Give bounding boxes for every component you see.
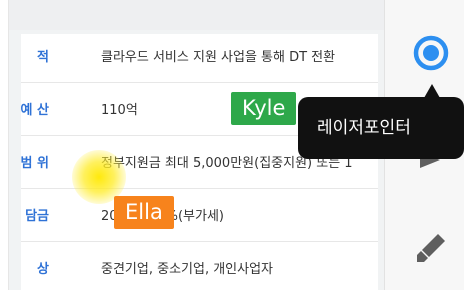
row-label: 범 위 <box>21 156 49 171</box>
collaborator-cursor-kyle: Kyle <box>231 92 297 125</box>
table-row: 상 중견기업, 중소기업, 개인사업자 <box>21 246 378 290</box>
table-row: 적 클라우드 서비스 지원 사업을 통해 DT 전환 <box>21 34 378 83</box>
collaborator-cursor-ella: Ella <box>114 196 174 229</box>
row-value: 클라우드 서비스 지원 사업을 통해 DT 전환 <box>101 50 336 65</box>
highlighter-icon <box>417 234 445 262</box>
tooltip-pointer <box>424 84 440 98</box>
row-value: 중견기업, 중소기업, 개인사업자 <box>101 262 274 277</box>
laser-pointer-icon <box>413 35 449 71</box>
document-area: 적 클라우드 서비스 지원 사업을 통해 DT 전환 예 산 110억 범 위 … <box>9 30 384 290</box>
row-label: 담금 <box>25 209 49 224</box>
document-header-bar <box>9 0 384 30</box>
table-row: 담금 20% + 10%(부가세) <box>21 193 378 242</box>
laser-pointer-tooltip: 레이저포인터 <box>298 97 464 159</box>
highlighter-tool-button[interactable] <box>410 228 450 268</box>
left-edge-strip <box>0 0 9 290</box>
row-label: 상 <box>37 262 49 277</box>
row-label: 적 <box>37 50 49 65</box>
laser-pointer-button[interactable] <box>411 33 451 73</box>
row-value: 110억 <box>101 103 138 118</box>
document-sheet: 적 클라우드 서비스 지원 사업을 통해 DT 전환 예 산 110억 범 위 … <box>21 34 378 290</box>
row-label: 예 산 <box>21 103 49 118</box>
